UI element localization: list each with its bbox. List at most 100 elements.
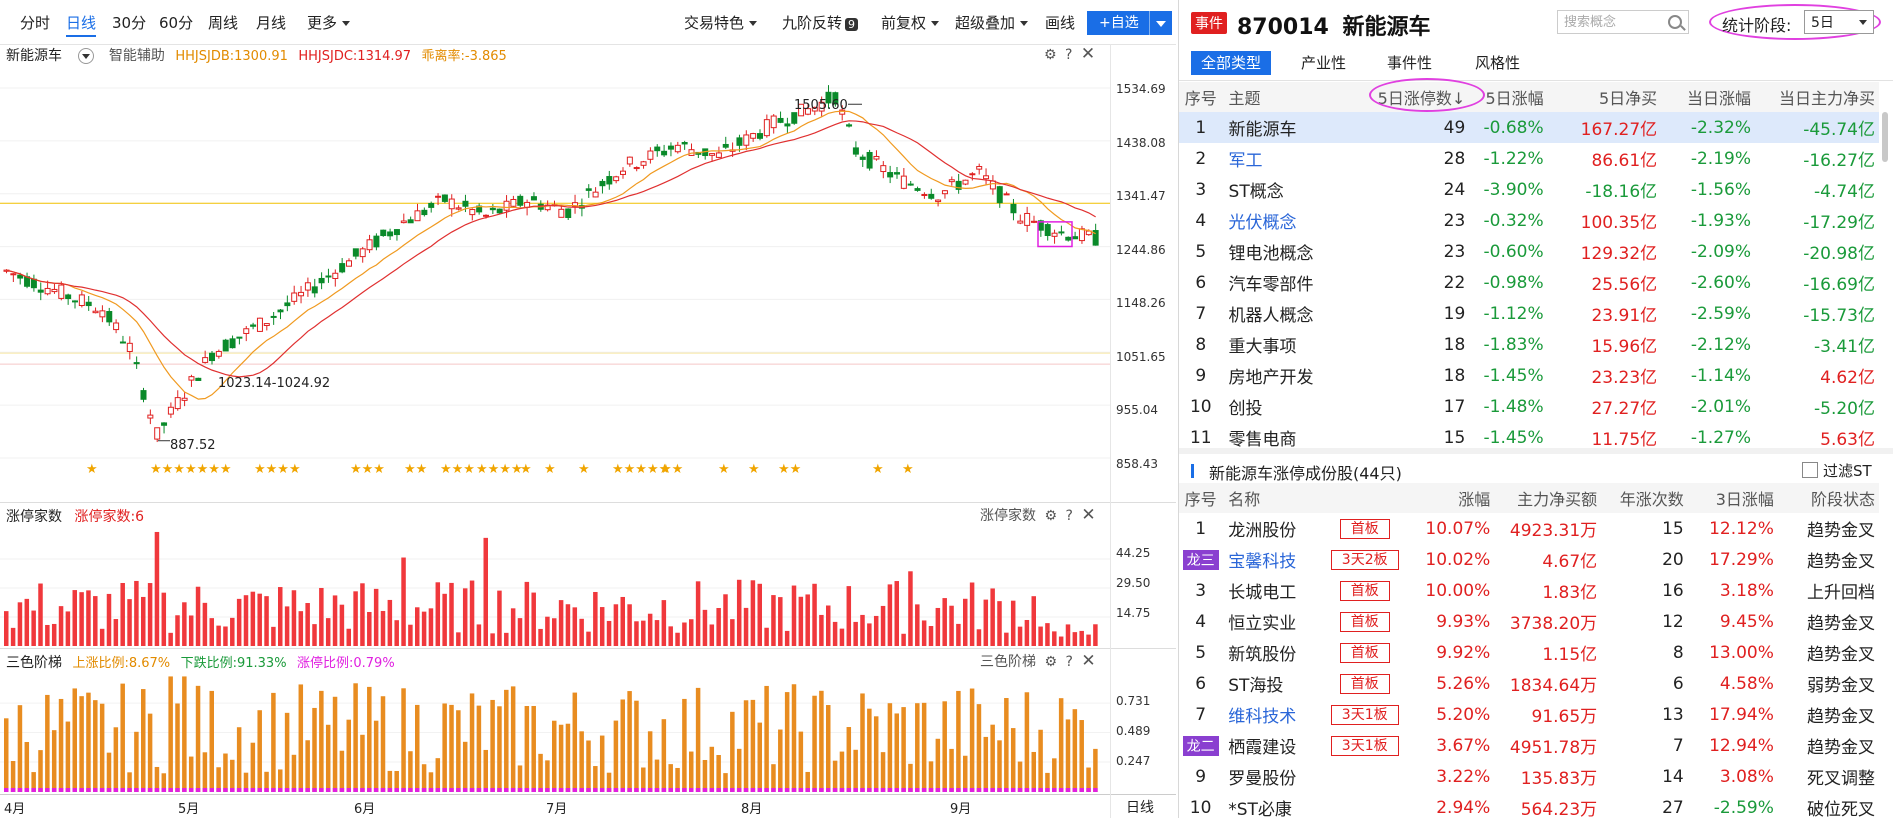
stock-row[interactable]: 龙三 宝馨科技 3天2板 10.02% 4.67亿 20 17.29% 趋势金叉 [1179, 544, 1879, 575]
stock-row[interactable]: 5 新筑股份 首板 9.92% 1.15亿 8 13.00% 趋势金叉 [1179, 637, 1879, 668]
ladder-bar [106, 752, 112, 792]
stock-row[interactable]: 6 ST海投 首板 5.26% 1834.64万 6 4.58% 弱势金叉 [1179, 668, 1879, 699]
scrollbar[interactable] [1882, 112, 1888, 162]
tab-weekly[interactable]: 周线 [208, 12, 238, 33]
candle [359, 248, 366, 258]
theme-cell-zt: 28 [1443, 148, 1466, 169]
col-zt5[interactable]: 5日涨停数↓ [1368, 78, 1485, 112]
limit-bar [278, 788, 283, 792]
zt-bar-chart[interactable] [0, 524, 1176, 650]
limit-bar [963, 788, 968, 792]
ladder-bar [408, 751, 413, 792]
theme-row[interactable]: 9 房地产开发 18 -1.45% 23.23亿 -1.14% 4.62亿 [1179, 360, 1879, 391]
ladder-bar [1031, 751, 1036, 792]
close-icon[interactable]: ✕ [1081, 505, 1095, 525]
stock-cell-name[interactable]: 宝馨科技 [1222, 544, 1325, 575]
stock-cell-name[interactable]: 长城电工 [1222, 575, 1325, 606]
star-icon: ★★★★★★★ [150, 462, 232, 477]
limit-bar [250, 788, 256, 792]
sort-highlight [1368, 78, 1485, 112]
more-menu[interactable]: 更多 [307, 12, 351, 33]
tab-60min[interactable]: 60分 [159, 12, 193, 33]
ladder-bar-chart[interactable] [0, 670, 1176, 794]
zt-bar [599, 607, 605, 646]
zt-bar [380, 610, 386, 646]
theme-row[interactable]: 3 ST概念 24 -3.90% -18.16亿 -1.56% -4.74亿 [1179, 174, 1879, 205]
stock-row[interactable]: 龙二 栖霞建设 3天1板 3.67% 4951.78万 7 12.94% 趋势金叉 [1179, 730, 1879, 761]
theme-row[interactable]: 4 光伏概念 23 -0.32% 100.35亿 -1.93% -17.29亿 [1179, 205, 1879, 236]
col-main-buy[interactable]: 主力净买额 [1494, 483, 1602, 513]
settings-icon[interactable]: ⚙ [1044, 508, 1057, 524]
stock-cell-no: 龙三 [1182, 549, 1219, 570]
tab-intraday[interactable]: 分时 [20, 12, 50, 33]
theme-row[interactable]: 2 军工 28 -1.22% 86.61亿 -2.19% -16.27亿 [1179, 143, 1879, 174]
tab-daily[interactable]: 日线 [66, 12, 97, 37]
theme-row[interactable]: 7 机器人概念 19 -1.12% 23.91亿 -2.59% -15.73亿 [1179, 298, 1879, 329]
stock-row[interactable]: 7 维科技术 3天1板 5.20% 91.65万 13 17.94% 趋势金叉 [1179, 699, 1879, 730]
adjust-menu[interactable]: 前复权 [881, 12, 940, 33]
add-watchlist-dropdown-icon[interactable] [1149, 11, 1172, 35]
theme-row[interactable]: 6 汽车零部件 22 -0.98% 25.56亿 -2.60% -16.69亿 [1179, 267, 1879, 298]
theme-cell-chg: -2.59% [1690, 303, 1751, 324]
theme-row[interactable]: 8 重大事项 18 -1.83% 15.96亿 -2.12% -3.41亿 [1179, 329, 1879, 360]
stat-period-select[interactable]: 5日 [1804, 10, 1874, 34]
stock-row[interactable]: 10 *ST必康 2.94% 564.23万 27 -2.59% 破位死叉 [1179, 792, 1879, 823]
settings-icon[interactable]: ⚙ [1044, 654, 1057, 670]
zt-bar [915, 604, 920, 646]
theme-row[interactable]: 10 创投 17 -1.48% 27.27亿 -2.01% -5.20亿 [1179, 391, 1879, 422]
theme-panel: 事件 870014 新能源车 搜索概念 统计阶段: 5日 全部类型 产业性 事件… [1178, 0, 1893, 820]
limit-bar [819, 788, 824, 792]
stock-row[interactable]: 3 长城电工 首板 10.00% 1.83亿 16 3.18% 上升回档 [1179, 575, 1879, 606]
overlay-menu[interactable]: 超级叠加 [955, 12, 1029, 33]
axis-label: 1341.47 [1116, 189, 1166, 203]
tab-event[interactable]: 事件性 [1377, 51, 1442, 75]
nine-reversal-button[interactable]: 九阶反转 9 [782, 12, 859, 33]
filter-st-checkbox[interactable] [1802, 462, 1818, 478]
stock-cell-name[interactable]: 恒立实业 [1222, 606, 1325, 637]
candle [503, 200, 510, 211]
stock-cell-name[interactable]: 维科技术 [1222, 699, 1325, 730]
search-icon[interactable] [1668, 15, 1682, 29]
stock-row[interactable]: 1 龙洲股份 首板 10.07% 4923.31万 15 12.12% 趋势金叉 [1179, 513, 1879, 544]
col-chg3[interactable]: 3日涨幅 [1687, 483, 1778, 513]
candlestick-chart[interactable] [0, 60, 1176, 480]
draw-line-button[interactable]: 画线 [1045, 12, 1075, 33]
stock-cell-name[interactable]: 龙洲股份 [1222, 513, 1325, 544]
stock-cell-name[interactable]: 罗曼股份 [1222, 761, 1325, 792]
stock-section-header: 新能源车涨停成份股(44只) 过滤ST [1179, 448, 1893, 486]
candle [435, 195, 442, 198]
col-chg[interactable]: 涨幅 [1404, 483, 1495, 513]
concept-search-input[interactable]: 搜索概念 [1557, 10, 1689, 34]
tab-industry[interactable]: 产业性 [1291, 51, 1356, 75]
col-buy5[interactable]: 5日净买 [1547, 82, 1662, 112]
theme-row[interactable]: 1 新能源车 49 -0.68% 167.27亿 -2.32% -45.74亿 [1179, 112, 1879, 143]
stock-cell-state: 趋势金叉 [1807, 552, 1875, 572]
col-state[interactable]: 阶段状态 [1777, 483, 1879, 513]
stock-cell-main: 4951.78万 [1509, 738, 1598, 758]
tab-monthly[interactable]: 月线 [256, 12, 286, 33]
tab-style[interactable]: 风格性 [1465, 51, 1530, 75]
stock-cell-no: 7 [1195, 704, 1207, 725]
tab-30min[interactable]: 30分 [112, 12, 146, 33]
add-watchlist-button[interactable]: +自选 [1087, 11, 1172, 35]
tab-all[interactable]: 全部类型 [1191, 51, 1272, 75]
col-main[interactable]: 当日主力净买 [1755, 82, 1879, 112]
ladder-bar [798, 731, 804, 792]
col-chg[interactable]: 当日涨幅 [1661, 82, 1755, 112]
help-icon[interactable]: ? [1065, 654, 1072, 670]
col-times[interactable]: 年涨次数 [1601, 483, 1688, 513]
stock-cell-name[interactable]: 新筑股份 [1222, 637, 1325, 668]
stock-row[interactable]: 9 罗曼股份 3.22% 135.83万 14 3.08% 死叉调整 [1179, 761, 1879, 792]
stock-cell-name[interactable]: *ST必康 [1222, 792, 1325, 823]
trade-feature-menu[interactable]: 交易特色 [684, 12, 758, 33]
limit-bar [353, 788, 358, 792]
help-icon[interactable]: ? [1065, 508, 1072, 524]
theme-row[interactable]: 5 锂电池概念 23 -0.60% 129.32亿 -2.09% -20.98亿 [1179, 236, 1879, 267]
candle [757, 133, 763, 139]
stock-cell-name[interactable]: ST海投 [1222, 668, 1325, 699]
stock-row[interactable]: 4 恒立实业 首板 9.93% 3738.20万 12 9.45% 趋势金叉 [1179, 606, 1879, 637]
stock-cell-name[interactable]: 栖霞建设 [1222, 730, 1325, 761]
close-icon[interactable]: ✕ [1081, 651, 1095, 671]
limit-bar [538, 788, 543, 792]
limit-bar [65, 788, 71, 792]
